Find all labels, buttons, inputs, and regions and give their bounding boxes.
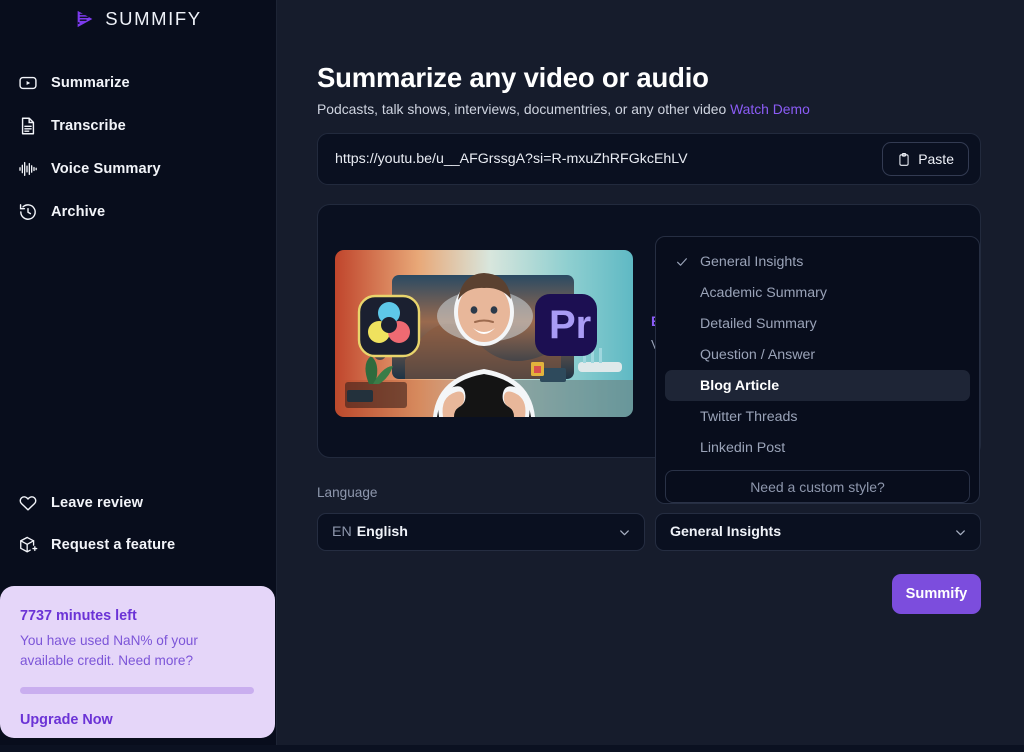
sidebar: SUMMIFY Summarize Transcribe Voice Summa… — [0, 0, 277, 745]
language-select[interactable]: EN English — [317, 513, 645, 551]
watch-demo-link[interactable]: Watch Demo — [730, 101, 810, 117]
video-thumbnail[interactable]: Pr — [335, 250, 633, 417]
dropdown-option-label: General Insights — [700, 253, 804, 270]
style-select[interactable]: General Insights — [655, 513, 981, 551]
style-dropdown-menu: General Insights Academic Summary Detail… — [655, 236, 980, 504]
sidebar-item-archive[interactable]: Archive — [0, 197, 276, 227]
credit-minutes-left: 7737 minutes left — [20, 608, 137, 624]
dropdown-option-twitter-threads[interactable]: Twitter Threads — [665, 401, 970, 432]
sidebar-item-label: Voice Summary — [51, 161, 161, 177]
summify-button[interactable]: Summify — [892, 574, 981, 614]
clipboard-icon — [899, 152, 909, 166]
document-text-icon — [21, 117, 35, 135]
chevron-down-icon — [956, 529, 965, 535]
brand-name: SUMMIFY — [105, 8, 202, 29]
language-name: English — [356, 524, 408, 540]
need-custom-style-button[interactable]: Need a custom style? — [665, 470, 970, 503]
dropdown-option-label: Blog Article — [700, 377, 780, 394]
language-select-value: EN English — [332, 524, 617, 540]
brand-logo[interactable]: SUMMIFY — [0, 2, 276, 36]
dropdown-option-label: Academic Summary — [700, 284, 827, 301]
sidebar-item-transcribe[interactable]: Transcribe — [0, 111, 276, 141]
sidebar-bottom-links: Leave review Request a feature — [0, 488, 276, 572]
video-play-icon — [19, 76, 37, 90]
check-icon — [677, 257, 687, 266]
language-code: EN — [332, 524, 352, 540]
dropdown-option-general-insights[interactable]: General Insights — [665, 246, 970, 277]
style-select-value: General Insights — [670, 524, 782, 540]
app-root: SUMMIFY Summarize Transcribe Voice Summa… — [0, 0, 1024, 752]
url-input-bar[interactable]: https://youtu.be/u__AFGrssgA?si=R-mxuZhR… — [317, 133, 981, 185]
chevron-down-icon — [620, 529, 629, 535]
svg-text:Pr: Pr — [549, 303, 591, 347]
sidebar-item-label: Archive — [51, 204, 106, 220]
footer-strip — [0, 745, 1024, 752]
language-field-label: Language — [317, 485, 378, 500]
page-title: Summarize any video or audio — [317, 62, 709, 93]
dropdown-option-label: Twitter Threads — [700, 408, 798, 425]
sidebar-item-summarize[interactable]: Summarize — [0, 68, 276, 98]
paste-button-label: Paste — [918, 151, 954, 167]
page-subtitle-text: Podcasts, talk shows, interviews, docume… — [317, 101, 727, 117]
upgrade-now-link[interactable]: Upgrade Now — [20, 712, 255, 728]
url-input[interactable]: https://youtu.be/u__AFGrssgA?si=R-mxuZhR… — [335, 151, 882, 167]
sidebar-item-leave-review[interactable]: Leave review — [0, 488, 276, 518]
box-plus-icon — [20, 536, 38, 553]
credit-description: You have used NaN% of your available cre… — [20, 633, 198, 668]
dropdown-option-label: Detailed Summary — [700, 315, 817, 332]
dropdown-option-label: Question / Answer — [700, 346, 816, 363]
dropdown-option-question-answer[interactable]: Question / Answer — [665, 339, 970, 370]
sidebar-nav: Summarize Transcribe Voice Summary Archi… — [0, 68, 276, 227]
paste-button[interactable]: Paste — [882, 142, 969, 176]
summify-play-icon — [77, 10, 93, 28]
dropdown-option-academic-summary[interactable]: Academic Summary — [665, 277, 970, 308]
history-clock-icon — [19, 204, 36, 220]
sidebar-item-label: Transcribe — [51, 118, 126, 134]
sidebar-item-request-feature[interactable]: Request a feature — [0, 530, 276, 560]
heart-icon — [19, 496, 37, 511]
sidebar-item-label: Request a feature — [51, 537, 176, 553]
audio-waveform-icon — [19, 162, 37, 176]
thumbnail-image: Pr — [335, 250, 633, 417]
credit-progress-bar — [20, 687, 254, 695]
page-subtitle: Podcasts, talk shows, interviews, docume… — [317, 101, 810, 117]
sidebar-item-label: Leave review — [51, 495, 144, 511]
dropdown-option-label: Linkedin Post — [700, 439, 786, 456]
dropdown-option-linkedin-post[interactable]: Linkedin Post — [665, 432, 970, 463]
credit-card: 7737 minutes left You have used NaN% of … — [0, 586, 275, 738]
dropdown-option-blog-article[interactable]: Blog Article — [665, 370, 970, 401]
dropdown-option-detailed-summary[interactable]: Detailed Summary — [665, 308, 970, 339]
sidebar-item-label: Summarize — [51, 75, 130, 91]
sidebar-item-voice-summary[interactable]: Voice Summary — [0, 154, 276, 184]
